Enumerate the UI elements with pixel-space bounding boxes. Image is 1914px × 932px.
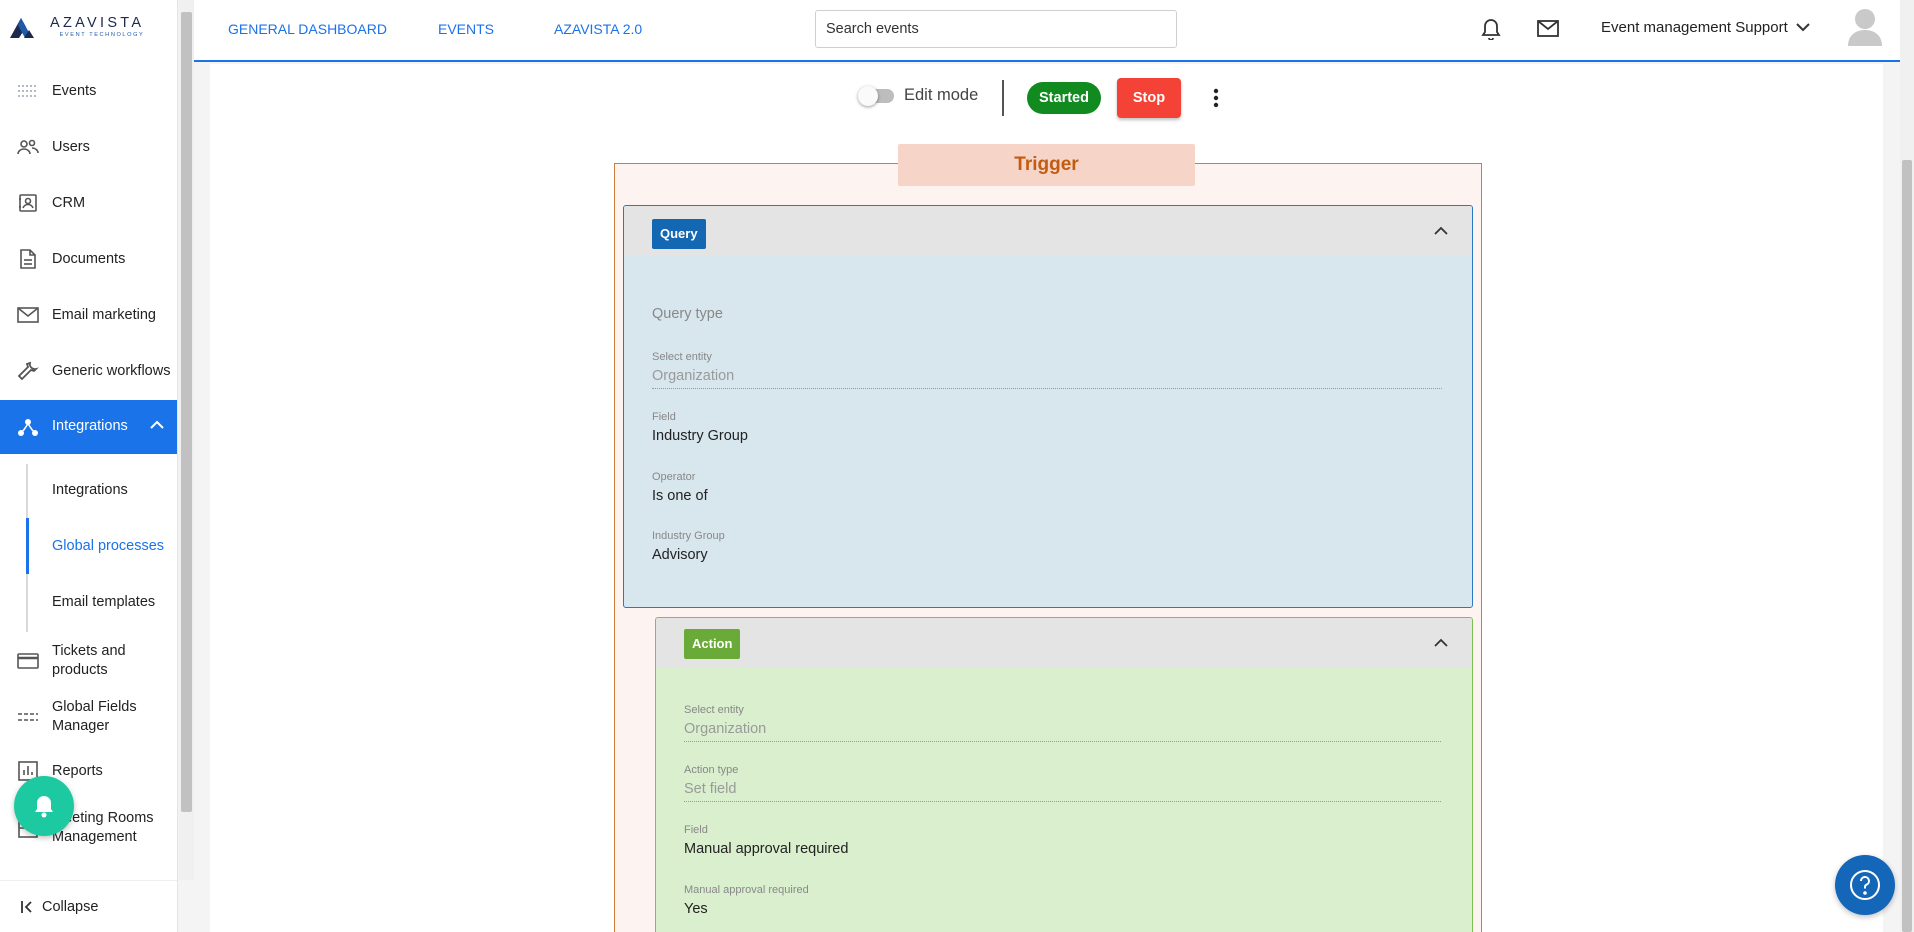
query-panel-header[interactable]: Query — [624, 206, 1472, 256]
sidebar-item-events[interactable]: Events — [0, 79, 177, 103]
sidebar-item-label: Reports — [52, 762, 103, 779]
sidebar-item-reports[interactable]: Reports — [0, 760, 177, 782]
more-options-icon[interactable] — [1204, 86, 1228, 110]
sidebar-item-label: Tickets and products — [52, 643, 126, 678]
chevron-down-icon — [1796, 19, 1810, 36]
action-field-field: Field Manual approval required — [684, 824, 849, 857]
manual-approval-field: Manual approval required Yes — [684, 884, 809, 917]
collapse-label: Collapse — [42, 898, 99, 915]
stop-button[interactable]: Stop — [1117, 78, 1181, 118]
crm-icon — [16, 191, 40, 215]
sidebar-item-label: Generic workflows — [52, 362, 171, 379]
wrench-icon — [16, 359, 40, 383]
toolbar-divider — [1002, 80, 1004, 116]
sidebar: AZAVISTA EVENT TECHNOLOGY Events Users C… — [0, 0, 178, 932]
collapse-button[interactable]: Collapse — [0, 880, 177, 932]
help-icon — [1850, 870, 1880, 900]
chevron-up-icon[interactable] — [1434, 634, 1448, 652]
sidebar-item-crm[interactable]: CRM — [0, 191, 177, 215]
avatar[interactable] — [1848, 8, 1882, 46]
sidebar-item-generic-workflows[interactable]: Generic workflows — [0, 350, 177, 392]
chevron-up-icon — [150, 418, 164, 434]
action-type-field[interactable]: Action type Set field — [684, 764, 1441, 802]
sidebar-item-email-marketing[interactable]: Email marketing — [0, 294, 177, 336]
search-input[interactable] — [815, 10, 1177, 48]
nav-azavista-2[interactable]: AZAVISTA 2.0 — [554, 21, 642, 37]
edit-mode-switch[interactable] — [858, 85, 894, 106]
edit-mode-label: Edit mode — [904, 86, 979, 104]
subitem-integrations[interactable]: Integrations — [52, 482, 128, 498]
help-button[interactable] — [1835, 855, 1895, 915]
sidebar-item-label: Events — [52, 82, 97, 99]
chevron-up-icon[interactable] — [1434, 222, 1448, 240]
events-icon — [16, 79, 40, 103]
select-entity-field[interactable]: Select entity Organization — [652, 351, 1442, 389]
query-tag: Query — [652, 219, 706, 249]
logo-mark-icon — [10, 18, 34, 39]
submenu-selected-marker — [26, 518, 29, 574]
action-panel-header[interactable]: Action — [656, 618, 1472, 668]
user-menu[interactable]: Event management Support — [1601, 19, 1810, 36]
integrations-icon — [16, 415, 40, 439]
sidebar-item-documents[interactable]: Documents — [0, 247, 177, 271]
action-panel: Action Select entity Organization Action… — [655, 617, 1473, 932]
sidebar-scrollbar-thumb[interactable] — [181, 12, 192, 812]
collapse-icon — [20, 900, 34, 914]
page-scrollbar-thumb[interactable] — [1902, 160, 1912, 932]
trigger-title: Trigger — [898, 144, 1195, 186]
sidebar-item-label: CRM — [52, 194, 86, 211]
edit-mode-toggle[interactable]: Edit mode — [858, 85, 979, 106]
sidebar-item-tickets-and-products[interactable]: Tickets and products — [0, 640, 177, 682]
top-bar: GENERAL DASHBOARD EVENTS AZAVISTA 2.0 Ev… — [194, 0, 1900, 62]
query-type-label: Query type — [652, 306, 723, 322]
bell-icon — [35, 796, 53, 818]
subitem-global-processes[interactable]: Global processes — [52, 538, 164, 554]
sidebar-item-label: Global Fields Manager — [52, 699, 137, 734]
sidebar-item-label: Documents — [52, 250, 126, 267]
sidebar-item-label: Email marketing — [52, 306, 156, 323]
sidebar-scrollbar[interactable] — [179, 0, 194, 880]
sidebar-item-integrations[interactable]: Integrations — [0, 400, 177, 454]
mail-icon — [16, 303, 40, 327]
main-content: Edit mode Started Stop Trigger Query Que… — [210, 64, 1883, 932]
users-icon — [16, 135, 40, 159]
sidebar-nav: Events Users CRM Documents Email marketi… — [0, 60, 177, 880]
notification-fab[interactable] — [14, 776, 74, 836]
nav-events[interactable]: EVENTS — [438, 21, 494, 37]
sidebar-item-global-fields-manager[interactable]: Global Fields Manager — [0, 696, 177, 738]
user-name: Event management Support — [1601, 19, 1788, 36]
page-scrollbar[interactable] — [1900, 0, 1914, 932]
azavista-logo[interactable]: AZAVISTA EVENT TECHNOLOGY — [10, 15, 145, 39]
mail-icon[interactable] — [1537, 20, 1559, 42]
action-tag: Action — [684, 629, 741, 659]
sidebar-item-label: Users — [52, 138, 90, 155]
status-badge: Started — [1027, 82, 1101, 114]
brand-name: AZAVISTA — [50, 15, 145, 31]
industry-group-field: Industry Group Advisory — [652, 530, 725, 563]
card-icon — [16, 649, 40, 673]
query-panel: Query Query type Select entity Organizat… — [623, 205, 1473, 608]
brand-tagline: EVENT TECHNOLOGY — [59, 31, 145, 38]
sidebar-item-users[interactable]: Users — [0, 135, 177, 159]
field-field: Field Industry Group — [652, 411, 748, 444]
subitem-email-templates[interactable]: Email templates — [52, 594, 155, 610]
document-icon — [16, 247, 40, 271]
action-select-entity-field[interactable]: Select entity Organization — [684, 704, 1441, 742]
fields-icon — [16, 705, 40, 729]
nav-general-dashboard[interactable]: GENERAL DASHBOARD — [228, 21, 387, 37]
operator-field: Operator Is one of — [652, 471, 708, 504]
bell-icon[interactable] — [1481, 18, 1501, 45]
